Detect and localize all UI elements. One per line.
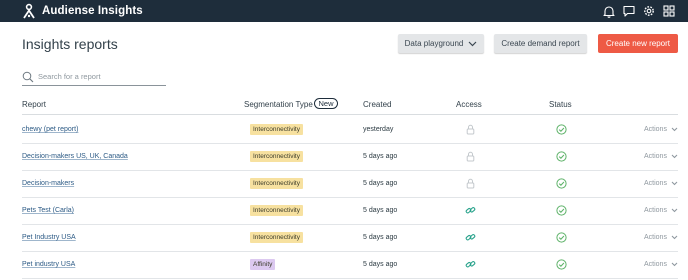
table-row[interactable]: chewy (pet report) Interconnectivity yeste… bbox=[22, 116, 678, 144]
created-date: 5 days ago bbox=[363, 153, 398, 160]
lock-icon[interactable] bbox=[464, 170, 476, 197]
top-navigation-bar: Audiense Insights bbox=[0, 0, 688, 22]
link-shared-icon[interactable] bbox=[464, 197, 476, 224]
segmentation-cell: Affinity bbox=[250, 251, 276, 278]
report-name-link[interactable]: Pet industry USA bbox=[22, 251, 75, 278]
link-shared-icon[interactable] bbox=[464, 251, 476, 278]
chevron-down-icon bbox=[671, 154, 678, 159]
page-title: Insights reports bbox=[22, 36, 118, 52]
actions-label: Actions bbox=[644, 234, 667, 241]
actions-label: Actions bbox=[644, 180, 667, 187]
audiense-logo-icon bbox=[23, 3, 35, 19]
segmentation-type-badge: Interconnectivity bbox=[250, 124, 303, 135]
bell-icon[interactable] bbox=[600, 3, 618, 19]
created-date: 5 days ago bbox=[363, 234, 398, 241]
actions-dropdown[interactable]: Actions bbox=[644, 251, 678, 278]
table-row[interactable]: Pet Industry USA Interconnectivity 5 days … bbox=[22, 224, 678, 252]
brand-name: Audiense Insights bbox=[42, 5, 143, 17]
data-playground-label: Data playground bbox=[404, 39, 464, 48]
chevron-down-icon bbox=[671, 127, 678, 132]
table-row[interactable]: Decision-makers Interconnectivity 5 days a… bbox=[22, 170, 678, 198]
report-name-link[interactable]: Decision-makers US, UK, Canada bbox=[22, 143, 128, 170]
table-row[interactable]: Pet industry USA Affinity 5 days ago Action… bbox=[22, 251, 678, 279]
segmentation-type-badge: Affinity bbox=[250, 259, 276, 270]
column-header-segmentation[interactable]: Segmentation Type bbox=[244, 100, 313, 109]
lock-icon[interactable] bbox=[464, 116, 476, 143]
actions-dropdown[interactable]: Actions bbox=[644, 224, 678, 251]
segmentation-cell: Interconnectivity bbox=[250, 116, 303, 143]
create-new-report-button[interactable]: Create new report bbox=[598, 34, 678, 53]
lock-icon[interactable] bbox=[464, 143, 476, 170]
data-playground-dropdown[interactable]: Data playground bbox=[398, 34, 484, 53]
segmentation-cell: Interconnectivity bbox=[250, 170, 303, 197]
segmentation-type-badge: Interconnectivity bbox=[250, 178, 303, 189]
create-new-report-label: Create new report bbox=[605, 39, 671, 48]
created-date: 5 days ago bbox=[363, 261, 398, 268]
search-bar bbox=[22, 68, 166, 86]
status-ok-icon bbox=[554, 116, 568, 143]
status-ok-icon bbox=[554, 224, 568, 251]
chevron-down-icon bbox=[671, 235, 678, 240]
report-name-link[interactable]: Pet Industry USA bbox=[22, 224, 76, 251]
chat-icon[interactable] bbox=[620, 3, 638, 19]
report-name-link[interactable]: Decision-makers bbox=[22, 170, 74, 197]
created-date: yesterday bbox=[363, 126, 394, 133]
actions-dropdown[interactable]: Actions bbox=[644, 197, 678, 224]
column-header-status: Status bbox=[549, 100, 572, 109]
brand[interactable]: Audiense Insights bbox=[22, 2, 143, 20]
apps-grid-icon[interactable] bbox=[660, 3, 678, 19]
created-date: 5 days ago bbox=[363, 207, 398, 214]
created-date: 5 days ago bbox=[363, 180, 398, 187]
column-header-created[interactable]: Created bbox=[363, 100, 391, 109]
table-row[interactable]: Pets Test (Carla) Interconnectivity 5 days… bbox=[22, 197, 678, 225]
new-badge: New bbox=[314, 98, 338, 109]
segmentation-type-badge: Interconnectivity bbox=[250, 232, 303, 243]
table-header-divider bbox=[22, 114, 678, 115]
actions-dropdown[interactable]: Actions bbox=[644, 170, 678, 197]
chevron-down-icon bbox=[671, 262, 678, 267]
create-demand-report-button[interactable]: Create demand report bbox=[494, 34, 587, 53]
status-ok-icon bbox=[554, 170, 568, 197]
report-name-link[interactable]: chewy (pet report) bbox=[22, 116, 78, 143]
column-header-access: Access bbox=[456, 100, 482, 109]
actions-dropdown[interactable]: Actions bbox=[644, 143, 678, 170]
segmentation-type-badge: Interconnectivity bbox=[250, 151, 303, 162]
segmentation-cell: Interconnectivity bbox=[250, 224, 303, 251]
search-input[interactable] bbox=[38, 72, 158, 81]
link-shared-icon[interactable] bbox=[464, 224, 476, 251]
segmentation-cell: Interconnectivity bbox=[250, 197, 303, 224]
chevron-down-icon bbox=[468, 41, 477, 46]
report-name-link[interactable]: Pets Test (Carla) bbox=[22, 197, 74, 224]
actions-label: Actions bbox=[644, 126, 667, 133]
status-ok-icon bbox=[554, 251, 568, 278]
create-demand-report-label: Create demand report bbox=[501, 39, 580, 48]
actions-dropdown[interactable]: Actions bbox=[644, 116, 678, 143]
column-header-report[interactable]: Report bbox=[22, 100, 46, 109]
chevron-down-icon bbox=[671, 208, 678, 213]
chevron-down-icon bbox=[671, 181, 678, 186]
actions-label: Actions bbox=[644, 261, 667, 268]
actions-label: Actions bbox=[644, 207, 667, 214]
status-ok-icon bbox=[554, 197, 568, 224]
gear-icon[interactable] bbox=[640, 3, 658, 19]
status-ok-icon bbox=[554, 143, 568, 170]
table-row[interactable]: Decision-makers US, UK, Canada Interconne… bbox=[22, 143, 678, 171]
segmentation-cell: Interconnectivity bbox=[250, 143, 303, 170]
search-icon bbox=[22, 71, 34, 82]
actions-label: Actions bbox=[644, 153, 667, 160]
segmentation-type-badge: Interconnectivity bbox=[250, 205, 303, 216]
top-icons bbox=[598, 3, 678, 19]
